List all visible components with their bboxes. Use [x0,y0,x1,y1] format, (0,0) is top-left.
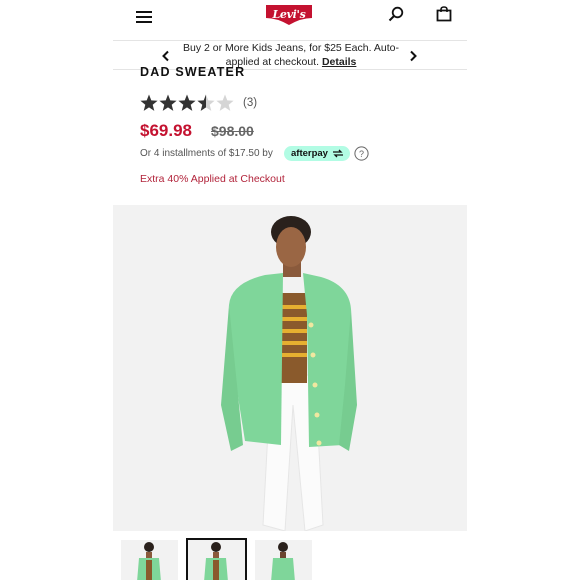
product-page: Levi's Buy 2 or More Kids Jeans, for $25… [113,0,467,580]
model-photo [221,216,357,531]
extra-discount-text: Extra 40% Applied at Checkout [140,173,285,185]
promo-message: Buy 2 or More Kids Jeans, for $25 Each. … [183,42,399,68]
menu-icon[interactable] [136,9,152,23]
original-price: $98.00 [211,123,254,139]
review-count[interactable]: (3) [243,97,257,109]
thumbnail-strip [113,531,467,580]
levis-logo[interactable]: Levi's [265,4,313,26]
stars-icon [140,94,234,111]
chevron-left-icon[interactable] [161,50,171,62]
afterpay-badge[interactable]: afterpay [284,146,350,161]
afterpay-label: afterpay [291,148,328,159]
installments-text: Or 4 installments of $17.50 by [140,148,273,159]
chevron-right-icon[interactable] [408,50,418,62]
afterpay-arrows-icon [333,149,343,158]
product-title: DAD SWEATER [140,65,246,79]
thumbnail-3[interactable] [255,540,312,580]
thumbnail-2[interactable] [186,538,247,580]
search-icon[interactable] [388,6,404,22]
sale-price: $69.98 [140,121,192,140]
svg-text:?: ? [359,149,364,159]
help-icon[interactable]: ? [354,146,369,161]
product-image[interactable] [113,205,467,531]
promo-details-link[interactable]: Details [322,56,356,68]
bag-icon[interactable] [436,6,452,22]
site-header: Levi's [113,0,467,40]
thumbnail-1[interactable] [121,540,178,580]
brand-name: Levi's [272,8,306,21]
star-rating[interactable] [140,94,236,112]
